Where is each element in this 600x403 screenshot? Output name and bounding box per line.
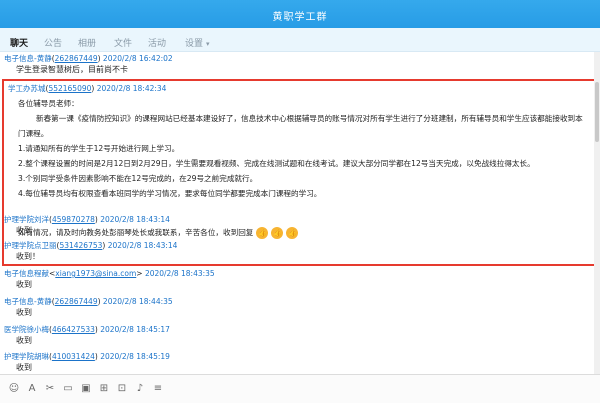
message-time: 2020/2/8 18:43:14	[107, 241, 178, 250]
message-line: 新春第一课《疫情防控知识》的课程网站已经基本建设好了，信息技术中心根据辅导员的账…	[36, 114, 583, 123]
message-line: 4.每位辅导员均有权限查看本班同学的学习情况，要求每位同学都要完成本门课程的学习…	[18, 189, 322, 198]
message: 护理学院点卫丽(531426753) 2020/2/8 18:43:14 收到！	[4, 240, 590, 262]
message-text: 学生登录智慧树后，目前尚不卡	[16, 65, 128, 74]
sender-qq[interactable]: 466427533	[52, 325, 95, 334]
message: 电子信息程献<xiang1973@sina.com> 2020/2/8 18:4…	[4, 268, 590, 290]
message-text: 收到	[16, 280, 32, 289]
tab-settings-label: 设置	[185, 39, 204, 49]
message-text: 收到	[16, 336, 32, 345]
message-meta: 电子信息-黄静(262867449) 2020/2/8 18:44:35	[4, 297, 173, 306]
tab-bar: 聊天 公告 相册 文件 活动 设置 ▾	[0, 28, 600, 55]
message: 护理学院胡琳(410031424) 2020/2/8 18:45:19 收到	[4, 351, 590, 373]
chevron-down-icon: ▾	[206, 40, 210, 48]
highlighted-message: 学工办苏城(552165090) 2020/2/8 18:42:34 各位辅导员…	[2, 79, 594, 266]
window-title: 黄职学工群	[272, 12, 328, 23]
sender-name[interactable]: 电子信息-黄静	[4, 54, 52, 63]
sender-name[interactable]: 医学院徐小梅	[4, 325, 49, 334]
screenshot-icon[interactable]: ⊡	[116, 383, 128, 395]
sender-qq[interactable]: 262867449	[55, 297, 98, 306]
message-meta: 医学院徐小梅(466427533) 2020/2/8 18:45:17	[4, 325, 170, 334]
tab-activity[interactable]: 活动	[148, 36, 166, 49]
scrollbar-thumb[interactable]	[595, 82, 599, 142]
chat-scrollbar[interactable]	[594, 52, 600, 374]
title-bar: 黄职学工群	[0, 0, 600, 28]
message-line: 3.个别同学受条件因素影响不能在12号完成的，在29号之前完成就行。	[18, 174, 258, 183]
tab-chat[interactable]: 聊天	[10, 36, 29, 55]
sender-qq[interactable]: 531426753	[59, 241, 102, 250]
message-text: 收到	[16, 308, 32, 317]
message-meta: 电子信息程献<xiang1973@sina.com> 2020/2/8 18:4…	[4, 269, 215, 278]
message-line: 2.整个课程设置的时间是2月12日到2月29日，学生需要观看视频、完成在线测试题…	[18, 159, 535, 168]
message-text: 收到！	[16, 252, 40, 261]
image-icon[interactable]: ▣	[80, 383, 92, 395]
message-time: 2020/2/8 18:42:34	[96, 84, 167, 93]
message-time: 2020/2/8 18:44:35	[102, 297, 173, 306]
sender-name[interactable]: 电子信息程献	[4, 269, 49, 278]
message: 医学院徐小梅(466427533) 2020/2/8 18:45:17 收到	[4, 324, 590, 346]
font-icon[interactable]: A	[26, 383, 38, 395]
message-time: 2020/2/8 18:43:35	[144, 269, 215, 278]
message-meta: 护理学院刘洋(459870278) 2020/2/8 18:43:14	[4, 215, 170, 224]
sender-qq[interactable]: 459870278	[52, 215, 95, 224]
message-meta: 电子信息-黄静(262867449) 2020/2/8 16:42:02	[4, 54, 173, 63]
message-line: 各位辅导员老师：	[18, 99, 79, 108]
emoji-icon[interactable]: ☺	[8, 383, 20, 395]
gift-icon[interactable]: ⊞	[98, 383, 110, 395]
message-meta: 学工办苏城(552165090) 2020/2/8 18:42:34	[8, 84, 167, 93]
message: 电子信息-黄静(262867449) 2020/2/8 16:42:02 学生登…	[4, 53, 590, 75]
message-meta: 护理学院胡琳(410031424) 2020/2/8 18:45:19	[4, 352, 170, 361]
folder-icon[interactable]: ▭	[62, 383, 74, 395]
scissors-icon[interactable]: ✂	[44, 383, 56, 395]
chat-history[interactable]: 电子信息-黄静(262867449) 2020/2/8 16:42:02 学生登…	[0, 52, 594, 374]
message-text: 收到	[16, 363, 32, 372]
sender-name[interactable]: 学工办苏城	[8, 84, 46, 93]
message-meta: 护理学院点卫丽(531426753) 2020/2/8 18:43:14	[4, 241, 178, 250]
message-line: 门课程。	[18, 129, 49, 138]
sender-name[interactable]: 护理学院胡琳	[4, 352, 49, 361]
message-time: 2020/2/8 18:45:19	[100, 352, 170, 361]
message-time: 2020/2/8 18:45:17	[100, 325, 170, 334]
sender-name[interactable]: 护理学院刘洋	[4, 215, 49, 224]
message-line: 1.请通知所有的学生于12号开始进行网上学习。	[18, 144, 180, 153]
tab-settings[interactable]: 设置 ▾	[185, 36, 210, 49]
sender-qq[interactable]: 262867449	[55, 54, 98, 63]
message: 电子信息-黄静(262867449) 2020/2/8 18:44:35 收到	[4, 296, 590, 318]
history-icon[interactable]: ≡	[152, 383, 164, 395]
message-time: 2020/2/8 16:42:02	[102, 54, 173, 63]
sender-qq[interactable]: 410031424	[52, 352, 95, 361]
sender-qq[interactable]: xiang1973@sina.com	[55, 269, 136, 278]
message-time: 2020/2/8 18:43:14	[100, 215, 170, 224]
tab-announcement[interactable]: 公告	[44, 36, 62, 49]
input-toolbar: ☺ A ✂ ▭ ▣ ⊞ ⊡ ♪ ≡	[0, 374, 600, 403]
sender-name[interactable]: 电子信息-黄静	[4, 297, 52, 306]
message: 护理学院刘洋(459870278) 2020/2/8 18:43:14 收到	[4, 214, 590, 236]
message-text: 收到	[16, 226, 32, 235]
sender-name[interactable]: 护理学院点卫丽	[4, 241, 57, 250]
voice-icon[interactable]: ♪	[134, 383, 146, 395]
sender-qq[interactable]: 552165090	[48, 84, 91, 93]
tab-files[interactable]: 文件	[114, 36, 132, 49]
tab-album[interactable]: 相册	[78, 36, 96, 49]
